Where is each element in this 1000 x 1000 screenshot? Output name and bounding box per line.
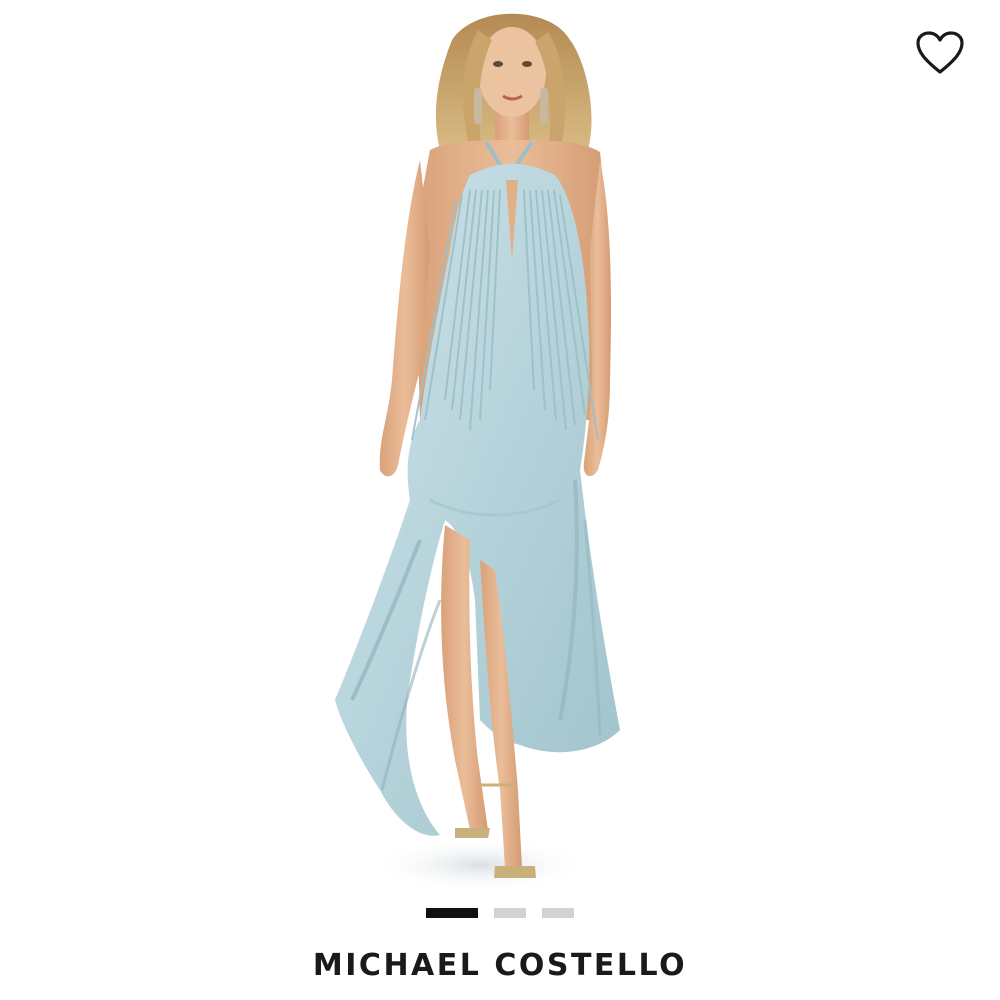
carousel-indicator-3[interactable] xyxy=(542,908,574,918)
carousel-indicator-2[interactable] xyxy=(494,908,526,918)
wishlist-button[interactable] xyxy=(914,28,966,78)
heart-outline-icon xyxy=(916,31,964,74)
brand-name[interactable]: MICHAEL COSTELLO xyxy=(0,948,1000,983)
product-image[interactable] xyxy=(0,0,1000,905)
product-image-illustration xyxy=(335,13,620,893)
product-page: MICHAEL COSTELLO xyxy=(0,0,1000,1000)
image-carousel-indicators xyxy=(0,908,1000,918)
carousel-indicator-1[interactable] xyxy=(426,908,478,918)
